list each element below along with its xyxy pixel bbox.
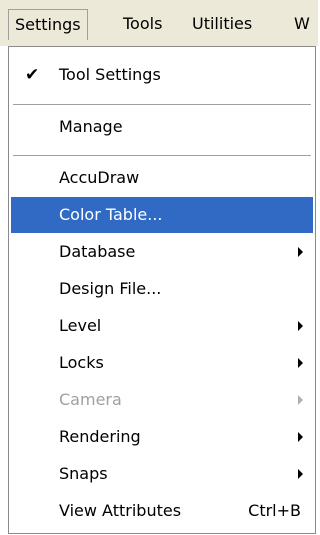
- submenu-arrow-icon: [298, 321, 303, 331]
- menubar-utilities[interactable]: Utilities: [186, 9, 258, 39]
- menu-bar: Settings Tools Utilities W: [0, 0, 318, 46]
- submenu-arrow-icon: [298, 247, 303, 257]
- menu-item-rendering[interactable]: Rendering: [11, 419, 313, 455]
- menubar-settings[interactable]: Settings: [8, 9, 88, 40]
- menu-item-manage[interactable]: Manage: [11, 109, 313, 145]
- menu-item-color-table[interactable]: Color Table...: [11, 197, 313, 233]
- menu-item-locks[interactable]: Locks: [11, 345, 313, 381]
- menu-item-tool-settings[interactable]: ✔ Tool Settings: [11, 57, 313, 93]
- shortcut-label: Ctrl+B: [248, 501, 301, 520]
- settings-dropdown-menu: ✔ Tool Settings Manage AccuDraw Color Ta…: [8, 46, 316, 534]
- menu-item-design-file[interactable]: Design File...: [11, 271, 313, 307]
- menu-item-view-attributes[interactable]: View Attributes Ctrl+B: [11, 493, 313, 529]
- menubar-tools[interactable]: Tools: [117, 9, 168, 39]
- submenu-arrow-icon: [298, 469, 303, 479]
- menu-item-snaps[interactable]: Snaps: [11, 456, 313, 492]
- submenu-arrow-icon: [298, 395, 303, 405]
- menu-item-accudraw[interactable]: AccuDraw: [11, 160, 313, 196]
- checkmark-icon: ✔: [25, 65, 40, 85]
- submenu-arrow-icon: [298, 432, 303, 442]
- submenu-arrow-icon: [298, 358, 303, 368]
- menu-separator: [13, 155, 311, 156]
- menu-separator: [13, 104, 311, 105]
- menu-item-database[interactable]: Database: [11, 234, 313, 270]
- menu-item-level[interactable]: Level: [11, 308, 313, 344]
- menubar-window[interactable]: W: [288, 9, 316, 39]
- menu-item-camera[interactable]: Camera: [11, 382, 313, 418]
